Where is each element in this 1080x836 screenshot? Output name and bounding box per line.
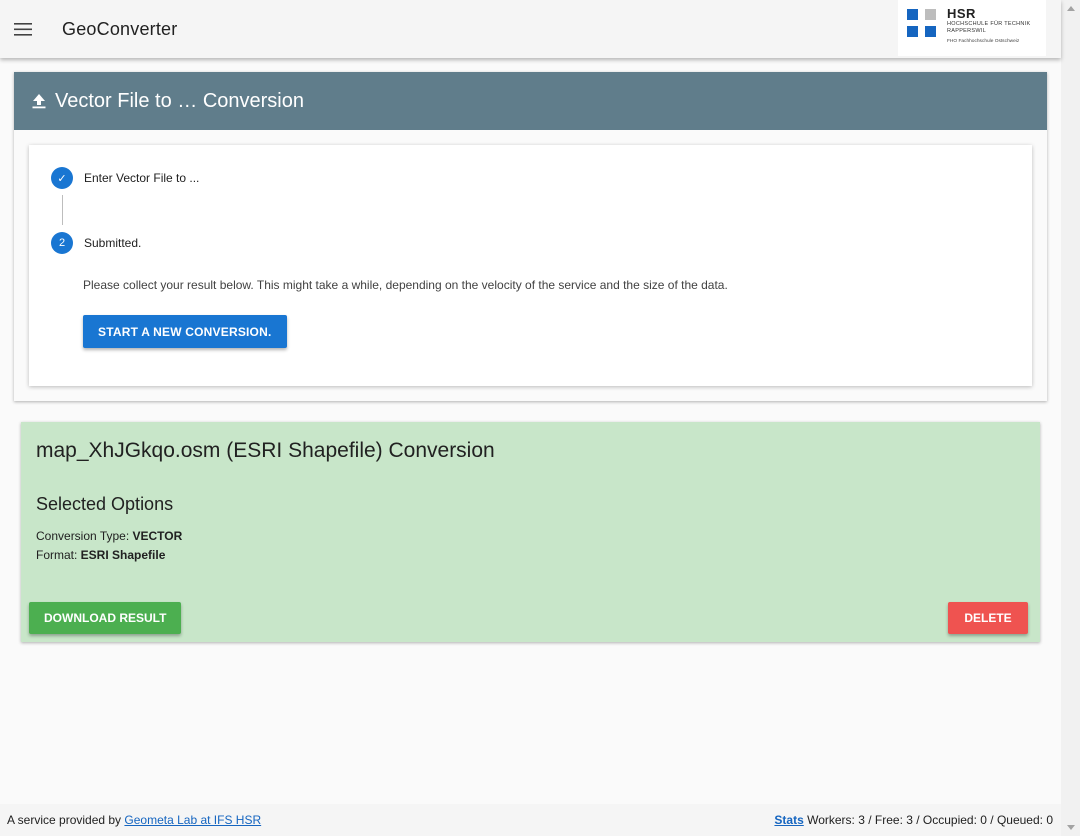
step-1[interactable]: ✓ Enter Vector File to ... — [51, 167, 199, 189]
logo-name: HSR — [947, 6, 976, 21]
option-label: Conversion Type: — [36, 529, 133, 543]
arrow-down-icon — [1066, 825, 1075, 830]
provided-by-text: A service provided by — [7, 813, 125, 827]
option-format: Format: ESRI Shapefile — [36, 548, 165, 562]
option-value: VECTOR — [132, 529, 183, 543]
top-toolbar: GeoConverter HSR HOCHSCHULE FÜR TECHNIK … — [0, 0, 1061, 58]
selected-options-heading: Selected Options — [36, 494, 174, 514]
provider-link[interactable]: Geometa Lab at IFS HSR — [124, 813, 261, 827]
delete-button[interactable]: DELETE — [948, 602, 1028, 634]
result-message: Please collect your result below. This m… — [83, 278, 728, 292]
logo-squares-icon — [907, 9, 936, 56]
app-window: GeoConverter HSR HOCHSCHULE FÜR TECHNIK … — [0, 0, 1061, 836]
step-1-check-icon: ✓ — [51, 167, 73, 189]
option-value: ESRI Shapefile — [80, 548, 166, 562]
stepper: ✓ Enter Vector File to ... 2 Submitted. … — [29, 145, 1032, 386]
step-2: 2 Submitted. — [51, 232, 141, 254]
footer: A service provided by Geometa Lab at IFS… — [0, 804, 1061, 836]
footer-stats: Stats Workers: 3 / Free: 3 / Occupied: 0… — [774, 813, 1053, 827]
logo-line3: FHO Fachhochschule Ostschweiz — [947, 39, 1020, 44]
logo-line2: RAPPERSWIL — [947, 27, 987, 34]
stats-link[interactable]: Stats — [774, 813, 803, 827]
conversion-card: Vector File to … Conversion ✓ Enter Vect… — [14, 72, 1047, 401]
hamburger-menu-icon — [14, 22, 32, 36]
start-new-conversion-button[interactable]: START A NEW CONVERSION. — [83, 315, 287, 348]
upload-icon — [32, 94, 46, 109]
step-2-number: 2 — [51, 232, 73, 254]
stats-text: Workers: 3 / Free: 3 / Occupied: 0 / Que… — [803, 813, 1053, 827]
step-connector — [62, 195, 63, 225]
option-label: Format: — [36, 548, 81, 562]
hsr-logo: HSR HOCHSCHULE FÜR TECHNIK RAPPERSWIL FH… — [898, 0, 1046, 56]
result-title: map_XhJGkqo.osm (ESRI Shapefile) Convers… — [36, 439, 495, 462]
app-title: GeoConverter — [62, 18, 178, 39]
result-card: map_XhJGkqo.osm (ESRI Shapefile) Convers… — [21, 422, 1040, 642]
scroll-up-button[interactable] — [1061, 0, 1080, 17]
vertical-scrollbar[interactable] — [1061, 0, 1080, 836]
logo-line1: HOCHSCHULE FÜR TECHNIK — [947, 21, 1031, 27]
step-2-label: Submitted. — [84, 236, 142, 250]
conversion-card-header: Vector File to … Conversion — [14, 72, 1047, 130]
step-1-label: Enter Vector File to ... — [84, 171, 200, 185]
footer-provider: A service provided by Geometa Lab at IFS… — [7, 813, 261, 827]
scroll-down-button[interactable] — [1061, 819, 1080, 836]
menu-button[interactable] — [0, 0, 46, 58]
arrow-up-icon — [1066, 6, 1075, 11]
option-conversion-type: Conversion Type: VECTOR — [36, 529, 182, 543]
download-result-button[interactable]: DOWNLOAD RESULT — [29, 602, 182, 634]
conversion-card-title: Vector File to … Conversion — [55, 89, 304, 112]
